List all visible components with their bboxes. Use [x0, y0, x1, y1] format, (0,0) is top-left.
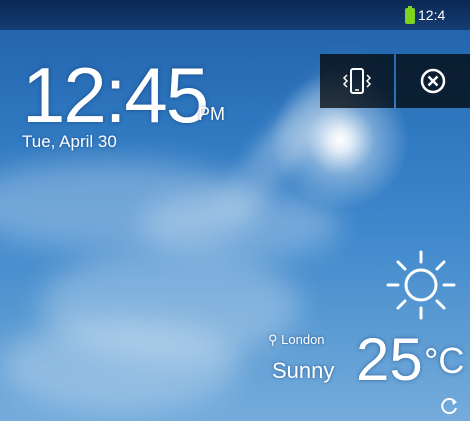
weather-location-label: London — [281, 332, 325, 347]
clock-date: Tue, April 30 — [22, 132, 117, 151]
top-buttons — [320, 54, 470, 108]
weather-location: ⚲ London — [268, 332, 325, 348]
close-button[interactable] — [396, 54, 470, 108]
cloud — [0, 320, 240, 410]
lock-screen: 12:4 12:45 PM Tue, April 30 ⚲ London Sun… — [0, 0, 470, 421]
battery-icon — [405, 6, 415, 24]
weather-condition: Sunny — [272, 358, 335, 383]
vibrate-button[interactable] — [320, 54, 394, 108]
refresh-icon[interactable] — [440, 396, 460, 416]
clock-time: 12:45 — [22, 51, 209, 139]
sun-icon — [386, 250, 456, 320]
vibrate-phone-icon — [342, 68, 372, 94]
clock-ampm: PM — [198, 104, 225, 124]
weather-unit: °C — [424, 340, 465, 381]
status-bar: 12:4 — [0, 0, 470, 30]
location-pin-icon: ⚲ — [268, 332, 278, 347]
weather-temperature: 25 — [356, 326, 423, 393]
status-time: 12:4 — [418, 7, 446, 23]
close-circle-icon — [420, 68, 446, 94]
